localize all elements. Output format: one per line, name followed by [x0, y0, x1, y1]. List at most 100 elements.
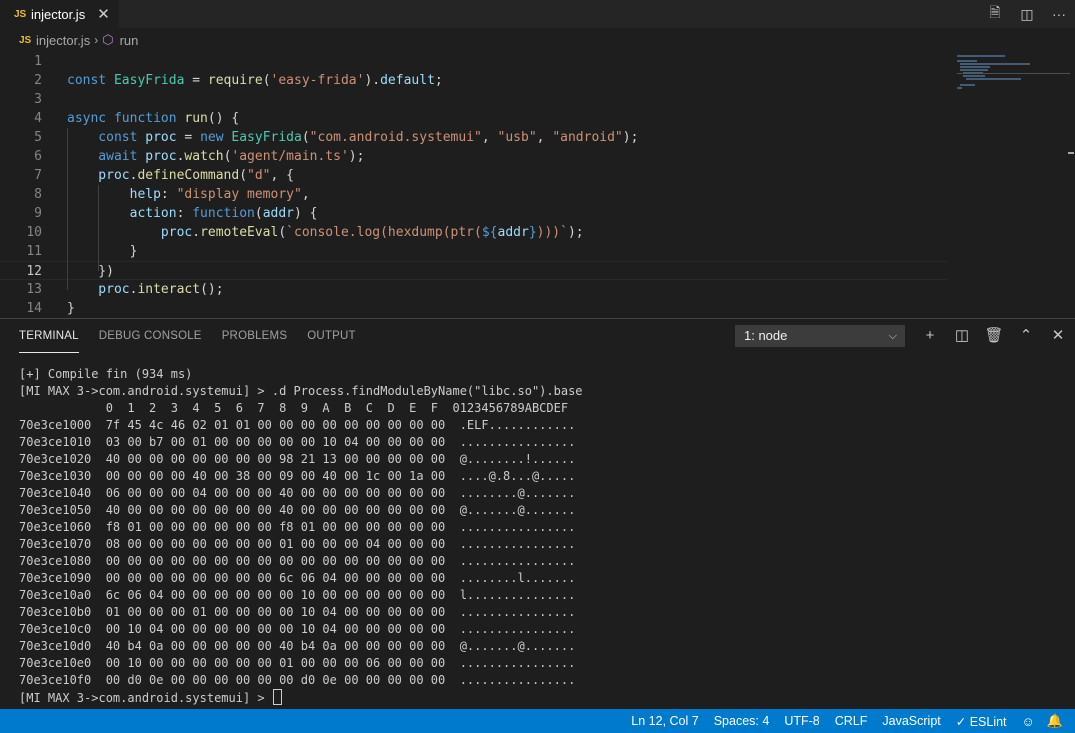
- editor-tab-bar: JS injector.js ✕ 🗎 ◫ ···: [0, 0, 1075, 28]
- line-number: 4: [34, 111, 42, 126]
- code-token: proc: [67, 168, 130, 183]
- code-line[interactable]: 2 const EasyFrida = require('easy-frida')…: [0, 71, 950, 90]
- code-line[interactable]: 1: [0, 52, 950, 71]
- close-panel-icon[interactable]: ✕: [1042, 325, 1074, 347]
- code-line[interactable]: 13 proc.interact();: [0, 280, 950, 299]
- code-token: proc: [145, 130, 177, 145]
- terminal-cursor: [272, 689, 282, 705]
- code-line[interactable]: 4 async function run() {: [0, 109, 950, 128]
- code-token: :: [160, 187, 177, 202]
- close-icon[interactable]: ✕: [97, 5, 110, 23]
- code-line[interactable]: 7 proc.defineCommand("d", {: [0, 166, 950, 185]
- code-token: await: [67, 149, 146, 164]
- breadcrumb: JS injector.js › ⬡ run: [0, 28, 1075, 52]
- open-preview-icon[interactable]: 🗎: [979, 2, 1011, 26]
- tab-problems[interactable]: PROBLEMS: [222, 319, 288, 353]
- indentation[interactable]: Spaces: 4: [714, 714, 770, 728]
- code-line[interactable]: 14}: [0, 299, 950, 318]
- code-text: proc.interact();: [67, 280, 224, 299]
- cursor-position[interactable]: Ln 12, Col 7: [631, 714, 698, 728]
- code-token: 'easy-frida': [270, 73, 365, 88]
- javascript-file-icon: JS: [14, 8, 27, 20]
- code-token: const: [67, 73, 114, 88]
- code-text: await proc.watch('agent/main.ts');: [67, 147, 364, 166]
- terminal-line: 70e3ce1070 08 00 00 00 00 00 00 00 01 00…: [19, 537, 576, 551]
- tab-terminal[interactable]: TERMINAL: [19, 319, 79, 353]
- code-text: }: [67, 299, 75, 318]
- tab-title: injector.js: [31, 6, 86, 22]
- javascript-file-icon: JS: [19, 34, 32, 46]
- code-token: );: [567, 225, 584, 240]
- method-symbol-icon: ⬡: [102, 32, 114, 47]
- terminal-line: 70e3ce1030 00 00 00 00 40 00 38 00 09 00…: [19, 469, 576, 483]
- split-editor-icon[interactable]: ◫: [1011, 6, 1043, 23]
- code-token: (: [254, 206, 263, 221]
- code-line[interactable]: 11 }: [0, 242, 950, 261]
- terminal-line: 70e3ce1050 40 00 00 00 00 00 00 00 40 00…: [19, 503, 576, 517]
- tab-injector-js[interactable]: JS injector.js ✕: [0, 0, 119, 28]
- terminal-line: 70e3ce1060 f8 01 00 00 00 00 00 00 f8 01…: [19, 520, 576, 534]
- feedback-icon[interactable]: ☺: [1022, 714, 1035, 729]
- code-text: const EasyFrida = require('easy-frida').…: [67, 71, 443, 90]
- scrollbar-marker: [1068, 152, 1074, 154]
- code-text: help: "display memory",: [67, 185, 310, 204]
- code-token: new: [200, 130, 232, 145]
- encoding[interactable]: UTF-8: [784, 714, 819, 728]
- minimap-line: [966, 78, 1021, 80]
- code-token: (: [262, 73, 271, 88]
- terminal[interactable]: [+] Compile fin (934 ms) [MI MAX 3->com.a…: [19, 366, 1069, 706]
- minimap-line: [957, 87, 962, 89]
- language-mode[interactable]: JavaScript: [882, 714, 940, 728]
- code-line[interactable]: 3: [0, 90, 950, 109]
- terminal-line: 0 1 2 3 4 5 6 7 8 9 A B C D E F 01234567…: [19, 401, 569, 415]
- minimap-line: [963, 75, 985, 77]
- terminal-line: 70e3ce1080 00 00 00 00 00 00 00 00 00 00…: [19, 554, 576, 568]
- code-token: 'agent/main.ts': [231, 149, 349, 164]
- terminal-line: 70e3ce10e0 00 10 00 00 00 00 00 00 01 00…: [19, 656, 576, 670]
- code-token: proc: [67, 225, 193, 240]
- minimap-cursor-line: [957, 73, 1070, 74]
- end-of-line[interactable]: CRLF: [835, 714, 868, 728]
- trash-icon[interactable]: 🗑: [978, 325, 1010, 347]
- code-text: }: [67, 242, 138, 261]
- bell-icon[interactable]: 🔔: [1047, 713, 1063, 729]
- code-token: "d": [247, 168, 271, 183]
- code-token: =: [184, 73, 208, 88]
- new-terminal-icon[interactable]: +: [914, 325, 946, 347]
- code-token: addr: [262, 206, 294, 221]
- code-text: async function run() {: [67, 109, 239, 128]
- code-token: defineCommand: [137, 168, 240, 183]
- code-line[interactable]: 8 help: "display memory",: [0, 185, 950, 204]
- code-token: }): [67, 264, 114, 279]
- terminal-select[interactable]: 1: node ⌵: [735, 325, 905, 347]
- minimap[interactable]: [955, 52, 1070, 112]
- code-token: async function: [67, 111, 185, 126]
- code-token: addr: [497, 225, 529, 240]
- code-line[interactable]: 12 }): [0, 261, 948, 280]
- code-line[interactable]: 6 await proc.watch('agent/main.ts');: [0, 147, 950, 166]
- code-token: ();: [200, 282, 224, 297]
- code-line[interactable]: 10 proc.remoteEval(`console.log(hexdump(…: [0, 223, 950, 242]
- code-line[interactable]: 9 action: function(addr) {: [0, 204, 950, 223]
- tab-output[interactable]: OUTPUT: [307, 319, 355, 353]
- breadcrumb-file[interactable]: injector.js: [36, 33, 90, 48]
- code-line[interactable]: 5 const proc = new EasyFrida("com.androi…: [0, 128, 950, 147]
- tab-debug-console[interactable]: DEBUG CONSOLE: [99, 319, 202, 353]
- code-token: EasyFrida: [113, 73, 185, 88]
- code-token: (: [239, 168, 248, 183]
- line-number: 7: [34, 168, 42, 183]
- breadcrumb-symbol[interactable]: run: [120, 33, 139, 48]
- terminal-line: 70e3ce1090 00 00 00 00 00 00 00 00 6c 06…: [19, 571, 576, 585]
- eslint-status[interactable]: ✓ ESLint: [956, 714, 1007, 729]
- code-editor[interactable]: 1 2 const EasyFrida = require('easy-frida'…: [0, 52, 1075, 318]
- chevron-up-icon[interactable]: ⌃: [1010, 325, 1042, 347]
- code-token: ;: [434, 73, 443, 88]
- code-token: }: [67, 244, 138, 259]
- line-number: 5: [34, 130, 42, 145]
- terminal-line: 70e3ce1040 06 00 00 00 04 00 00 00 40 00…: [19, 486, 576, 500]
- terminal-prompt: [MI MAX 3->com.android.systemui] >: [19, 691, 272, 705]
- more-actions-icon[interactable]: ···: [1043, 6, 1075, 22]
- split-terminal-icon[interactable]: ◫: [946, 325, 978, 347]
- code-token: function: [192, 206, 255, 221]
- line-number: 3: [34, 92, 42, 107]
